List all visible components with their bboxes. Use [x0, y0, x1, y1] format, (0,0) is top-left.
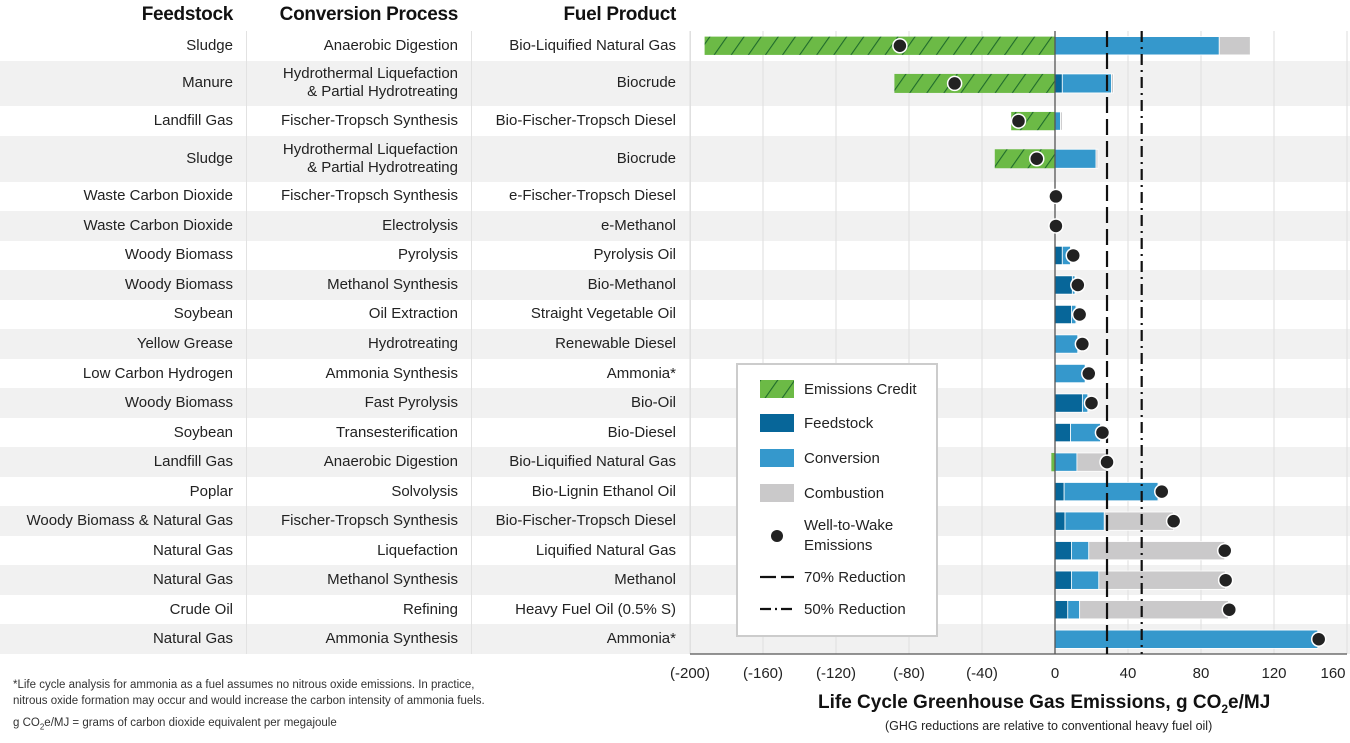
x-tick-label: (-160) — [742, 665, 784, 682]
combustion-bar — [1103, 511, 1175, 531]
conversion-bar — [1064, 511, 1105, 531]
feedstock-bar — [1054, 600, 1069, 620]
legend-item-70-reduction: 70% Reduction — [760, 568, 906, 586]
legend: Emissions Credit Feedstock Conversion Co… — [736, 363, 938, 637]
conversion-bar — [1063, 482, 1159, 502]
legend-label: Well-to-Wake Emissions — [804, 516, 893, 556]
footnote-unit-definition: e/MJ = grams of carbon dioxide equivalen… — [44, 717, 337, 729]
legend-item-combustion: Combustion — [760, 484, 884, 502]
dashed-line-icon — [760, 575, 794, 579]
feedstock-bar — [1054, 393, 1083, 413]
x-tick-label: 160 — [1320, 665, 1346, 682]
credit-bar — [994, 149, 1055, 169]
conversion-bar — [1054, 452, 1078, 472]
wtw-dot-icon — [760, 527, 794, 545]
wtw-point — [1070, 277, 1086, 293]
combustion-bar — [1111, 73, 1114, 94]
wtw-point — [1074, 336, 1091, 352]
x-tick-label: 0 — [1050, 665, 1060, 682]
x-tick-label: (-80) — [893, 665, 925, 682]
legend-label: 70% Reduction — [804, 568, 906, 586]
feedstock-bar — [1054, 511, 1066, 531]
wtw-point — [1310, 631, 1327, 647]
emissions-chart — [689, 31, 1348, 655]
legend-item-credit: Emissions Credit — [760, 380, 917, 398]
credit-bar — [894, 73, 1055, 93]
combustion-bar — [1079, 600, 1229, 620]
footnote-unit-text: g CO — [13, 717, 40, 729]
conversion-bar — [1067, 600, 1081, 620]
wtw-point — [1217, 572, 1234, 588]
feedstock-bar — [1054, 570, 1072, 590]
wtw-point — [1094, 424, 1111, 441]
conversion-bar — [1054, 111, 1061, 131]
wtw-point — [1010, 113, 1027, 129]
feedstock-bar — [1054, 423, 1071, 443]
combustion-swatch-icon — [760, 484, 794, 502]
feedstock-swatch-icon — [760, 414, 794, 432]
wtw-point — [1081, 365, 1097, 382]
legend-label: Conversion — [804, 449, 880, 467]
conversion-bar — [1054, 36, 1220, 56]
legend-item-feedstock: Feedstock — [760, 414, 873, 432]
feedstock-bar — [1054, 541, 1072, 561]
combustion-bar — [1218, 36, 1251, 56]
legend-item-wtw: Well-to-Wake Emissions — [760, 516, 893, 556]
legend-label-line2: Emissions — [804, 537, 873, 554]
wtw-point — [892, 38, 908, 54]
legend-item-50-reduction: 50% Reduction — [760, 600, 906, 618]
wtw-point — [1099, 454, 1115, 470]
dash-dot-line-icon — [760, 607, 794, 611]
x-axis-title: Life Cycle Greenhouse Gas Emissions, g C… — [818, 692, 1270, 716]
combustion-bar — [1095, 148, 1099, 169]
combustion-bar — [1088, 541, 1226, 561]
x-tick-label: (-120) — [815, 665, 857, 682]
wtw-point — [1065, 247, 1081, 264]
wtw-point — [1048, 188, 1064, 205]
legend-item-conversion: Conversion — [760, 449, 880, 467]
credit-bar — [704, 36, 1055, 55]
legend-label: Emissions Credit — [804, 380, 917, 398]
feedstock-bar — [1054, 245, 1063, 266]
wtw-point — [1154, 483, 1170, 500]
wtw-point — [1165, 513, 1182, 529]
wtw-point — [1216, 542, 1233, 559]
conversion-bar — [1071, 541, 1090, 561]
legend-label-line1: Well-to-Wake — [804, 517, 894, 534]
feedstock-bar — [1054, 482, 1065, 502]
x-tick-label: 40 — [1119, 665, 1137, 682]
conversion-swatch-icon — [760, 449, 794, 467]
hatched-green-swatch-icon — [760, 380, 794, 398]
x-tick-label: 80 — [1192, 665, 1210, 682]
x-tick-label: (-40) — [966, 665, 998, 682]
conversion-bar — [1071, 570, 1100, 590]
conversion-bar — [1054, 363, 1086, 384]
conversion-bar — [1061, 73, 1112, 94]
feedstock-bar — [1054, 304, 1072, 325]
conversion-bar — [1054, 629, 1319, 649]
x-axis-subtitle: (GHG reductions are relative to conventi… — [885, 719, 1213, 733]
feedstock-bar — [1054, 275, 1073, 295]
wtw-point — [946, 75, 963, 92]
wtw-point — [1029, 151, 1045, 167]
conversion-bar — [1054, 148, 1097, 169]
conversion-bar — [1054, 334, 1079, 354]
footnote-units: g CO2e/MJ = grams of carbon dioxide equi… — [13, 715, 493, 735]
x-tick-label: (-200) — [669, 665, 711, 682]
wtw-point — [1071, 306, 1088, 323]
combustion-bar — [1098, 570, 1227, 590]
x-axis-title-text: Life Cycle Greenhouse Gas Emissions, g C… — [818, 692, 1222, 713]
x-axis-title-unit: e/MJ — [1228, 692, 1271, 713]
legend-label: Feedstock — [804, 414, 874, 432]
feedstock-bar — [1054, 73, 1063, 94]
legend-label: 50% Reduction — [804, 600, 906, 618]
wtw-point — [1083, 395, 1100, 411]
combustion-bar — [1060, 111, 1063, 131]
wtw-point — [1221, 601, 1238, 618]
legend-label: Combustion — [804, 484, 885, 502]
x-tick-label: 120 — [1261, 665, 1287, 682]
wtw-point — [1048, 218, 1064, 234]
footnote-ammonia: *Life cycle analysis for ammonia as a fu… — [13, 679, 485, 707]
